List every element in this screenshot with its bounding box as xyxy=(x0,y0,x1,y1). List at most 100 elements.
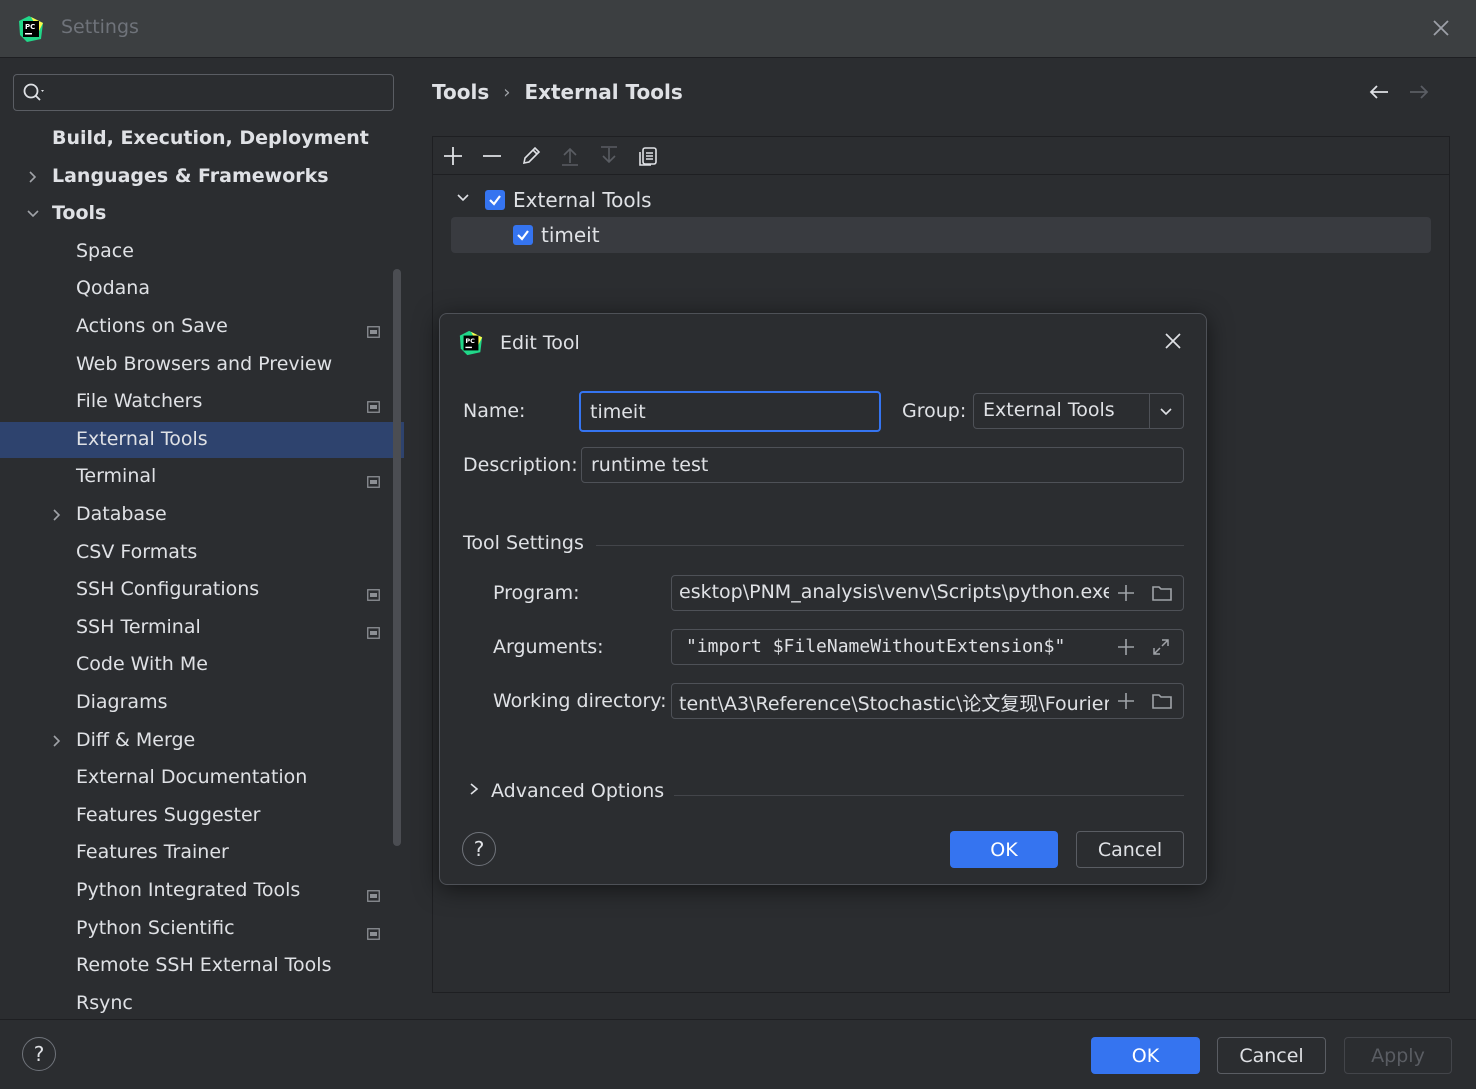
search-field[interactable] xyxy=(13,74,394,111)
insert-macro-icon[interactable] xyxy=(1116,691,1136,716)
working-directory-value: tent\A3\Reference\Stochastic\论文复现\Fourie… xyxy=(679,693,1109,715)
move-down-icon[interactable] xyxy=(598,145,620,167)
name-input[interactable] xyxy=(579,391,881,432)
group-checkbox[interactable] xyxy=(485,190,505,210)
group-label: Group: xyxy=(902,400,967,422)
sidebar-item[interactable]: Qodana xyxy=(0,271,404,307)
breadcrumb-parent[interactable]: Tools xyxy=(432,80,489,104)
sidebar-item[interactable]: Features Trainer xyxy=(0,835,404,871)
tool-item-checkbox[interactable] xyxy=(513,225,533,245)
sidebar-item-label: Tools xyxy=(52,202,107,224)
breadcrumb: Tools › External Tools xyxy=(432,80,683,104)
dialog-help-button[interactable]: ? xyxy=(462,832,496,866)
add-icon[interactable] xyxy=(442,145,464,167)
sidebar-item-label: SSH Configurations xyxy=(76,578,260,600)
apply-button[interactable]: Apply xyxy=(1344,1037,1452,1074)
pycharm-logo-icon: PC xyxy=(17,15,45,43)
chevron-down-icon[interactable] xyxy=(455,189,471,211)
remove-icon[interactable] xyxy=(481,145,503,167)
folder-icon[interactable] xyxy=(1151,583,1173,608)
sidebar-item-label: Code With Me xyxy=(76,653,208,675)
cancel-button[interactable]: Cancel xyxy=(1217,1037,1326,1074)
chevron-down-icon[interactable] xyxy=(24,205,42,223)
project-settings-icon xyxy=(367,885,380,902)
search-input[interactable] xyxy=(54,79,384,106)
tool-settings-title: Tool Settings xyxy=(463,532,584,554)
sidebar-item-label: SSH Terminal xyxy=(76,616,201,638)
program-value: esktop\PNM_analysis\venv\Scripts\python.… xyxy=(679,581,1109,603)
sidebar-item[interactable]: Web Browsers and Preview xyxy=(0,347,404,383)
group-select-value: External Tools xyxy=(983,399,1115,421)
sidebar-item[interactable]: Python Integrated Tools xyxy=(0,873,404,909)
svg-text:PC: PC xyxy=(465,337,475,345)
tool-item-label: timeit xyxy=(541,223,600,247)
edit-pencil-icon[interactable] xyxy=(520,145,542,167)
working-directory-label: Working directory: xyxy=(493,690,667,712)
window-close-icon[interactable] xyxy=(1428,15,1454,41)
dialog-close-icon[interactable] xyxy=(1163,331,1185,353)
advanced-options-label: Advanced Options xyxy=(491,780,665,802)
insert-macro-icon[interactable] xyxy=(1116,637,1136,662)
advanced-options-toggle[interactable]: Advanced Options xyxy=(467,780,664,802)
sidebar-item[interactable]: Terminal xyxy=(0,459,404,495)
project-settings-icon xyxy=(367,923,380,940)
description-input[interactable] xyxy=(581,447,1184,483)
sidebar-item[interactable]: Diagrams xyxy=(0,685,404,721)
sidebar-item[interactable]: Python Scientific xyxy=(0,911,404,947)
sidebar-item-label: Actions on Save xyxy=(76,315,228,337)
tool-item-row[interactable]: timeit xyxy=(451,217,1431,253)
forward-arrow-icon[interactable] xyxy=(1408,83,1430,105)
folder-icon[interactable] xyxy=(1151,691,1173,716)
copy-icon[interactable] xyxy=(637,145,659,167)
section-divider xyxy=(596,545,1184,546)
chevron-right-icon[interactable] xyxy=(467,780,481,802)
move-up-icon[interactable] xyxy=(559,145,581,167)
expand-icon[interactable] xyxy=(1151,637,1171,662)
sidebar-item[interactable]: Tools xyxy=(0,196,404,232)
tools-group-row[interactable]: External Tools xyxy=(455,183,1435,217)
chevron-right-icon[interactable] xyxy=(48,732,66,750)
sidebar-item-label: Languages & Frameworks xyxy=(52,165,329,187)
sidebar-item[interactable]: External Tools xyxy=(0,422,404,458)
sidebar-item-label: Build, Execution, Deployment xyxy=(52,127,369,149)
sidebar-item-label: Terminal xyxy=(76,465,157,487)
program-field[interactable]: esktop\PNM_analysis\venv\Scripts\python.… xyxy=(671,575,1184,611)
chevron-right-icon[interactable] xyxy=(48,506,66,524)
sidebar-item[interactable]: File Watchers xyxy=(0,384,404,420)
program-label: Program: xyxy=(493,582,580,604)
sidebar-item[interactable]: Space xyxy=(0,234,404,270)
chevron-right-icon[interactable] xyxy=(24,168,42,186)
sidebar-item[interactable]: SSH Terminal xyxy=(0,610,404,646)
back-arrow-icon[interactable] xyxy=(1368,83,1390,105)
sidebar-item[interactable]: Database xyxy=(0,497,404,533)
working-directory-field[interactable]: tent\A3\Reference\Stochastic\论文复现\Fourie… xyxy=(671,683,1184,719)
sidebar-scrollbar[interactable] xyxy=(393,269,401,846)
group-select[interactable]: External Tools xyxy=(973,393,1184,429)
dialog-ok-button[interactable]: OK xyxy=(950,831,1058,868)
ok-button[interactable]: OK xyxy=(1091,1037,1200,1074)
insert-macro-icon[interactable] xyxy=(1116,583,1136,608)
sidebar-item[interactable]: Code With Me xyxy=(0,647,404,683)
arguments-value: "import $FileNameWithoutExtension$" xyxy=(686,636,1066,657)
sidebar-item[interactable]: External Documentation xyxy=(0,760,404,796)
title-bar: PC Settings xyxy=(0,0,1476,58)
sidebar-item-label: File Watchers xyxy=(76,390,203,412)
sidebar-item[interactable]: Actions on Save xyxy=(0,309,404,345)
project-settings-icon xyxy=(367,584,380,601)
sidebar-item[interactable]: Features Suggester xyxy=(0,798,404,834)
help-button[interactable]: ? xyxy=(22,1037,56,1071)
dialog-cancel-button[interactable]: Cancel xyxy=(1076,831,1184,868)
sidebar-item[interactable]: CSV Formats xyxy=(0,535,404,571)
sidebar-item[interactable]: Remote SSH External Tools xyxy=(0,948,404,984)
sidebar-item[interactable]: Build, Execution, Deployment xyxy=(0,121,404,157)
sidebar-item-label: Qodana xyxy=(76,277,150,299)
arguments-field[interactable]: "import $FileNameWithoutExtension$" xyxy=(671,629,1184,665)
sidebar-item[interactable]: Diff & Merge xyxy=(0,723,404,759)
sidebar-item-label: Diff & Merge xyxy=(76,729,196,751)
sidebar-item[interactable]: Rsync xyxy=(0,986,404,1022)
sidebar-item[interactable]: SSH Configurations xyxy=(0,572,404,608)
project-settings-icon xyxy=(367,471,380,488)
section-divider xyxy=(674,795,1184,796)
chevron-down-icon[interactable] xyxy=(1158,402,1174,424)
sidebar-item[interactable]: Languages & Frameworks xyxy=(0,159,404,195)
